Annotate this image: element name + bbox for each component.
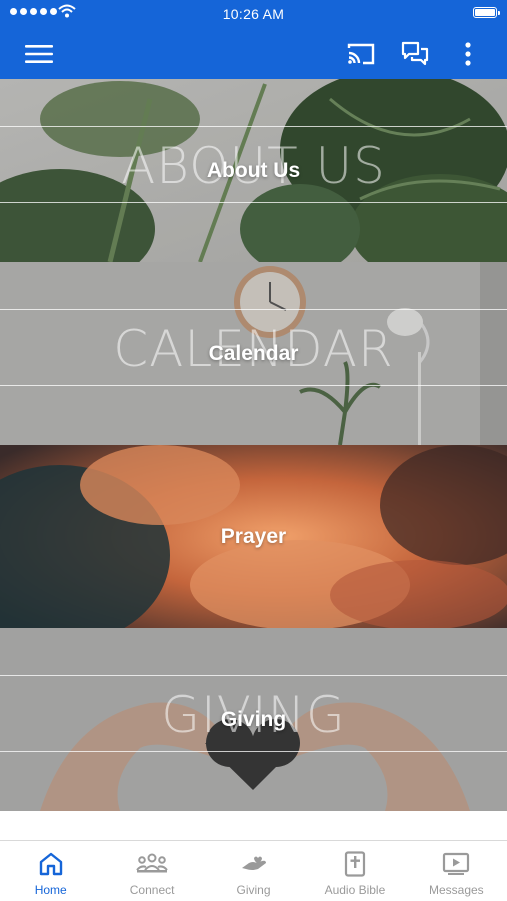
home-icon xyxy=(39,852,62,876)
tab-audio-bible[interactable]: Audio Bible xyxy=(304,841,405,901)
tile-prayer[interactable]: Prayer xyxy=(0,445,507,628)
top-app-bar xyxy=(0,28,507,79)
divider-line xyxy=(0,202,507,203)
bible-icon xyxy=(344,851,366,877)
divider-line xyxy=(0,385,507,386)
chat-icon xyxy=(401,41,429,65)
cast-icon xyxy=(347,43,375,64)
tile-label: Prayer xyxy=(220,525,287,548)
menu-icon xyxy=(25,44,53,63)
tab-label: Audio Bible xyxy=(324,883,386,897)
divider-line xyxy=(0,675,507,676)
menu-button[interactable] xyxy=(19,28,59,79)
more-icon xyxy=(465,41,471,66)
tile-calendar[interactable]: CALENDAR Calendar xyxy=(0,262,507,445)
tile-giving[interactable]: GIVING Giving xyxy=(0,628,507,811)
tab-label: Messages xyxy=(428,883,484,897)
divider-line xyxy=(0,309,507,310)
video-icon xyxy=(443,852,470,875)
divider-line xyxy=(0,126,507,127)
tile-label: Giving xyxy=(220,708,287,731)
battery-icon xyxy=(473,7,500,18)
tab-label: Connect xyxy=(129,883,175,897)
cast-button[interactable] xyxy=(341,28,381,79)
status-bar: 10:26 AM xyxy=(0,0,507,28)
tab-home[interactable]: Home xyxy=(0,841,101,901)
chat-button[interactable] xyxy=(395,28,435,79)
tile-label: About Us xyxy=(206,159,301,182)
bottom-tab-bar: Home Connect Giving Audio Bible Messages xyxy=(0,840,507,901)
tab-giving[interactable]: Giving xyxy=(203,841,304,901)
tile-about-us[interactable]: ABOUT US About Us xyxy=(0,79,507,262)
tile-label: Calendar xyxy=(208,342,299,365)
divider-line xyxy=(0,751,507,752)
people-icon xyxy=(136,853,168,873)
tab-connect[interactable]: Connect xyxy=(101,841,202,901)
more-options-button[interactable] xyxy=(448,28,488,79)
home-tiles: ABOUT US About Us CALENDAR Calendar Pray… xyxy=(0,79,507,812)
tab-label: Home xyxy=(34,883,67,897)
status-time: 10:26 AM xyxy=(222,6,285,22)
tab-label: Giving xyxy=(236,883,271,897)
giving-hand-icon xyxy=(241,856,266,870)
tab-messages[interactable]: Messages xyxy=(406,841,507,901)
